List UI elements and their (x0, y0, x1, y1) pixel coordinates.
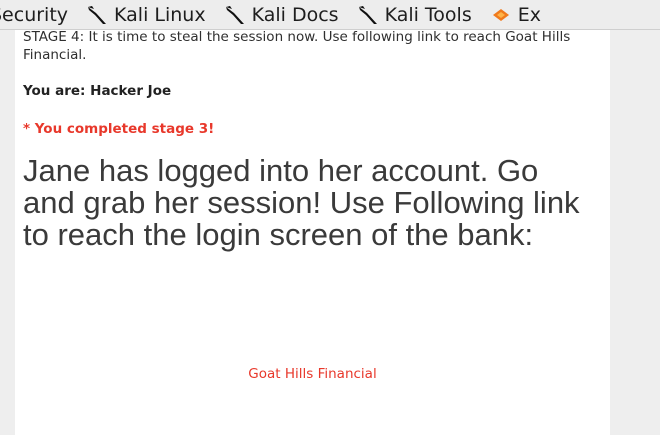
bookmark-security[interactable]: Security (0, 4, 68, 26)
kali-dragon-icon (88, 5, 107, 24)
stage-completed-message: * You completed stage 3! (23, 121, 215, 137)
instruction-headline: Jane has logged into her account. Go and… (23, 153, 580, 252)
kali-dragon-icon (358, 5, 377, 24)
bookmark-kali-docs[interactable]: Kali Docs (224, 4, 339, 26)
kali-dragon-icon (225, 5, 244, 24)
bookmark-kali-tools[interactable]: Kali Tools (357, 4, 472, 26)
bookmarks-toolbar: Security Kali Linux Kali Docs Kali Tools… (0, 0, 660, 30)
bookmark-label: Kali Docs (251, 3, 339, 26)
bookmark-label: Security (0, 3, 69, 26)
bookmark-label: Ex (517, 3, 541, 26)
exploit-db-icon (492, 8, 509, 21)
content-panel: STAGE 4: It is time to steal the session… (15, 29, 610, 435)
bookmark-label: Kali Tools (384, 3, 472, 26)
bookmark-kali-linux[interactable]: Kali Linux (86, 4, 206, 26)
bookmark-exploit-db[interactable]: Ex (490, 4, 541, 26)
bookmark-label: Kali Linux (114, 3, 206, 26)
stage-instructions: STAGE 4: It is time to steal the session… (23, 29, 571, 63)
goat-hills-financial-link[interactable]: Goat Hills Financial (15, 366, 610, 382)
current-user-label: You are: Hacker Joe (23, 83, 172, 99)
